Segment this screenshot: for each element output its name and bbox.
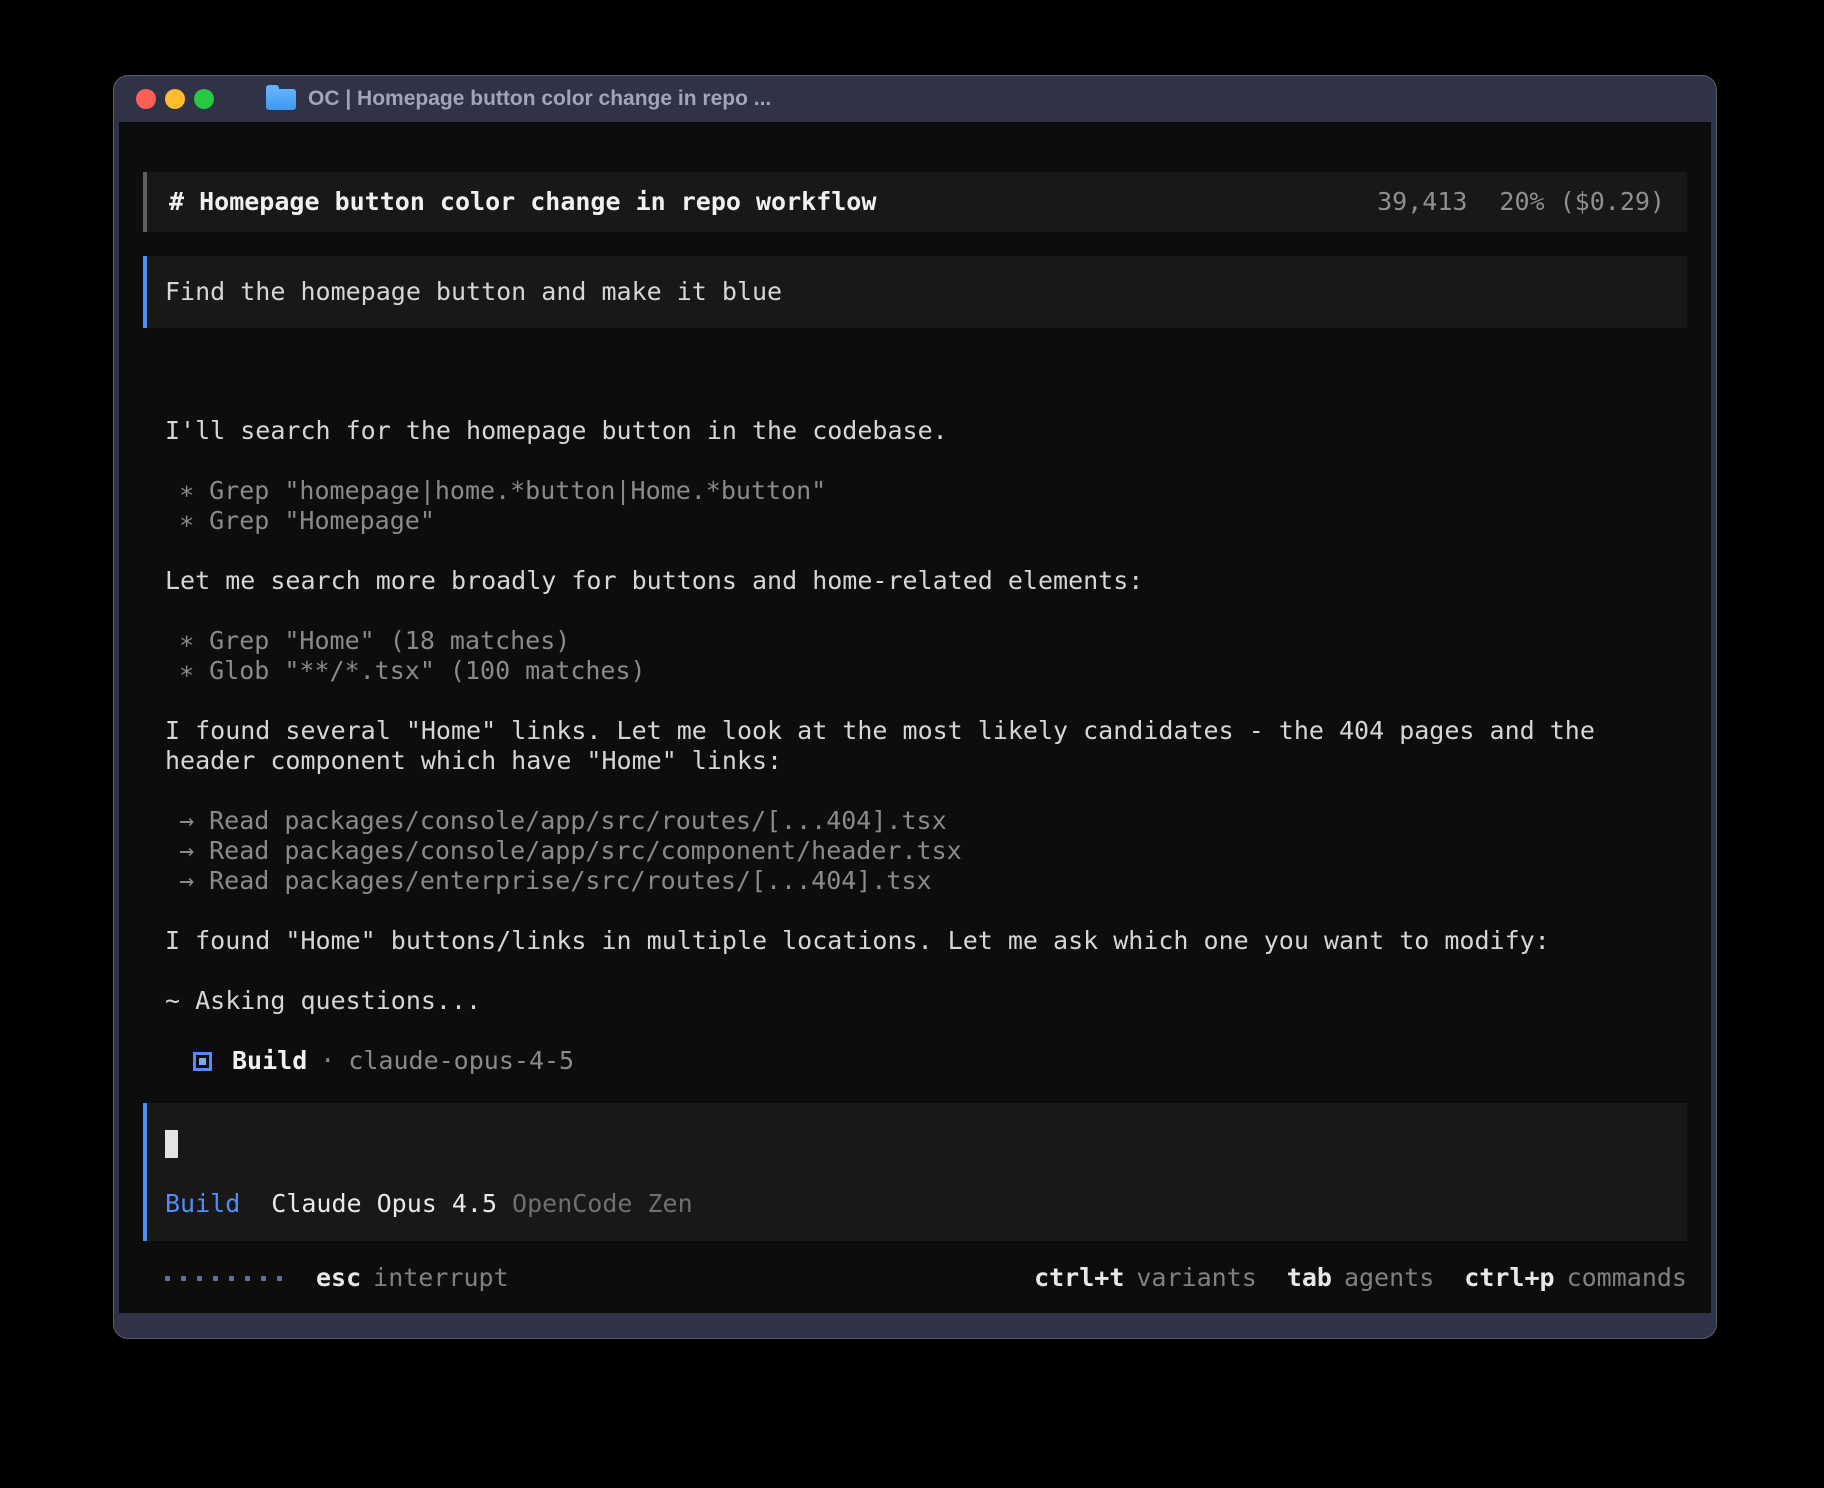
terminal-window: OC | Homepage button color change in rep… [114,76,1716,1338]
hint-agents: tab agents [1287,1263,1434,1293]
agent-model: claude-opus-4-5 [348,1046,574,1076]
assistant-text-line: I'll search for the homepage button in t… [165,416,1687,446]
session-title: # Homepage button color change in repo w… [169,187,876,217]
assistant-text-line: Let me search more broadly for buttons a… [165,566,1687,596]
window-controls [136,89,214,109]
text-cursor [165,1130,178,1158]
tool-call-block: ∗ Grep "homepage|home.*button|Home.*butt… [165,476,1687,536]
window-minimize-button[interactable] [165,89,185,109]
assistant-text-block: ~ Asking questions... [165,986,1687,1016]
assistant-text-line: I found "Home" buttons/links in multiple… [165,926,1687,956]
hint-label: agents [1344,1263,1434,1293]
prompt-input[interactable]: Build Claude Opus 4.5 OpenCode Zen [143,1103,1687,1241]
window-close-button[interactable] [136,89,156,109]
session-stats: 39,413 20% ($0.29) [1377,187,1665,217]
hint-label: commands [1567,1263,1687,1293]
transcript: I'll search for the homepage button in t… [165,416,1687,1016]
agent-status-line: Build · claude-opus-4-5 [193,1046,1687,1076]
progress-dot [229,1276,234,1281]
hint-label: variants [1136,1263,1256,1293]
assistant-text-block: I found several "Home" links. Let me loo… [165,716,1687,776]
assistant-text-line: ~ Asking questions... [165,986,1687,1016]
session-header: # Homepage button color change in repo w… [143,172,1687,232]
tool-call-line: ∗ Grep "Homepage" [165,506,1687,536]
terminal-content: # Homepage button color change in repo w… [119,122,1711,1313]
progress-dot [165,1276,170,1281]
folder-icon [266,89,296,110]
hint-key: esc [316,1263,361,1293]
user-message: Find the homepage button and make it blu… [143,256,1687,328]
hint-interrupt: esc interrupt [316,1263,509,1293]
prompt-input-line[interactable] [165,1129,1669,1159]
input-model-label[interactable]: Claude Opus 4.5 [271,1189,497,1219]
progress-dot [197,1276,202,1281]
status-hints-left: esc interrupt [316,1263,509,1293]
interrupt-progress-dots [165,1276,282,1281]
user-message-text: Find the homepage button and make it blu… [165,277,782,307]
tool-call-line: ∗ Grep "Home" (18 matches) [165,626,1687,656]
agent-name: Build [232,1046,307,1076]
progress-dot [181,1276,186,1281]
status-bar: escinterrupt ctrl+tvariantstabagentsctrl… [143,1263,1687,1293]
token-count: 39,413 [1377,187,1467,217]
window-titlebar[interactable]: OC | Homepage button color change in rep… [114,76,1716,122]
assistant-text-block: Let me search more broadly for buttons a… [165,566,1687,596]
assistant-text-line: I found several "Home" links. Let me loo… [165,716,1687,746]
hint-variants: ctrl+t variants [1034,1263,1257,1293]
status-hints-right: ctrl+t variants tab agents ctrl+p commands [1034,1263,1687,1293]
tool-call-block: → Read packages/console/app/src/routes/[… [165,806,1687,896]
agent-build-icon [193,1052,212,1071]
tool-call-line: ∗ Glob "**/*.tsx" (100 matches) [165,656,1687,686]
assistant-text-block: I'll search for the homepage button in t… [165,416,1687,446]
hint-key: tab [1287,1263,1332,1293]
tool-call-line: → Read packages/console/app/src/routes/[… [165,806,1687,836]
window-zoom-button[interactable] [194,89,214,109]
model-selector-row: Build Claude Opus 4.5 OpenCode Zen [165,1189,1669,1219]
window-title: OC | Homepage button color change in rep… [308,87,771,111]
hint-key: ctrl+p [1464,1263,1554,1293]
input-provider-label: OpenCode Zen [512,1189,693,1219]
tool-call-line: → Read packages/enterprise/src/routes/[.… [165,866,1687,896]
hint-key: ctrl+t [1034,1263,1124,1293]
progress-dot [277,1276,282,1281]
hint-label: interrupt [373,1263,508,1293]
context-usage: 20% ($0.29) [1499,187,1665,217]
hint-commands: ctrl+p commands [1464,1263,1687,1293]
desktop: OC | Homepage button color change in rep… [0,0,1824,1488]
tool-call-line: ∗ Grep "homepage|home.*button|Home.*butt… [165,476,1687,506]
input-agent-label[interactable]: Build [165,1189,240,1219]
tool-call-line: → Read packages/console/app/src/componen… [165,836,1687,866]
progress-dot [245,1276,250,1281]
assistant-text-block: I found "Home" buttons/links in multiple… [165,926,1687,956]
progress-dot [213,1276,218,1281]
agent-model-separator: · [320,1046,335,1076]
tool-call-block: ∗ Grep "Home" (18 matches)∗ Glob "**/*.t… [165,626,1687,686]
assistant-text-line: header component which have "Home" links… [165,746,1687,776]
progress-dot [261,1276,266,1281]
